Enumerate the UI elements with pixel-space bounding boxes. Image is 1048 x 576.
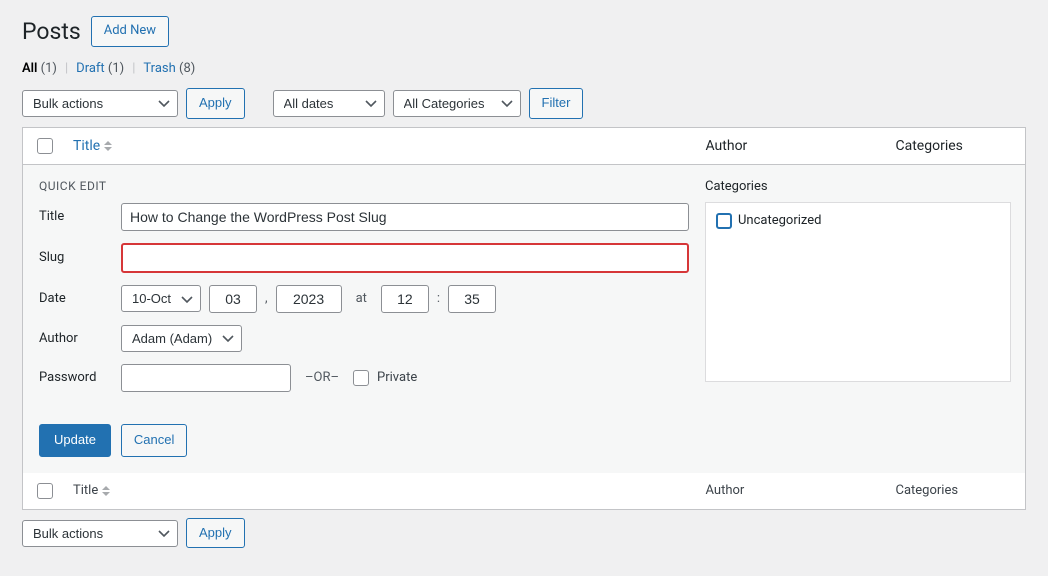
author-select[interactable]: Adam (Adam) — [121, 325, 242, 352]
select-all-top-checkbox[interactable] — [37, 138, 53, 154]
column-categories-bottom[interactable]: Categories — [886, 473, 1026, 510]
or-label: –OR– — [305, 370, 339, 385]
day-input[interactable] — [209, 285, 257, 313]
page-title: Posts — [22, 18, 81, 45]
apply-top-button[interactable]: Apply — [186, 88, 245, 119]
filter-button[interactable]: Filter — [529, 88, 584, 119]
apply-bottom-button[interactable]: Apply — [186, 518, 245, 549]
bulk-actions-select[interactable]: Bulk actions — [22, 90, 178, 117]
password-label: Password — [39, 370, 121, 385]
all-dates-select[interactable]: All dates — [273, 90, 385, 117]
title-label: Title — [39, 209, 121, 224]
category-checkbox[interactable] — [716, 213, 732, 229]
private-checkbox[interactable] — [353, 370, 369, 386]
column-author-bottom[interactable]: Author — [696, 473, 886, 510]
chevron-down-icon — [365, 97, 377, 109]
sort-icon — [104, 141, 112, 151]
author-label: Author — [39, 331, 121, 346]
select-all-bottom-checkbox[interactable] — [37, 483, 53, 499]
minute-input[interactable] — [448, 285, 496, 313]
slug-input[interactable] — [121, 243, 689, 273]
private-label: Private — [377, 370, 417, 385]
title-input[interactable] — [121, 203, 689, 231]
hour-input[interactable] — [381, 285, 429, 313]
chevron-down-icon — [158, 527, 170, 539]
month-select[interactable]: 10-Oct — [121, 285, 201, 312]
categories-box[interactable]: Uncategorized — [705, 202, 1011, 382]
sort-icon — [102, 486, 110, 496]
filter-draft[interactable]: Draft — [76, 61, 105, 76]
add-new-button[interactable]: Add New — [91, 16, 169, 47]
all-categories-select[interactable]: All Categories — [393, 90, 521, 117]
year-input[interactable] — [276, 285, 342, 313]
chevron-down-icon — [158, 97, 170, 109]
cancel-button[interactable]: Cancel — [121, 424, 187, 457]
filter-all[interactable]: All — [22, 61, 37, 76]
column-title[interactable]: Title — [63, 127, 696, 164]
column-author[interactable]: Author — [696, 127, 886, 164]
quick-edit-row: QUICK EDIT Title Slug Date 10 — [23, 164, 1026, 472]
password-input[interactable] — [121, 364, 291, 392]
date-label: Date — [39, 291, 121, 306]
quick-edit-heading: QUICK EDIT — [39, 179, 689, 193]
filter-trash[interactable]: Trash — [143, 61, 175, 76]
posts-table: Title Author Categories QUICK EDIT Title… — [22, 127, 1026, 510]
bulk-actions-bottom-select[interactable]: Bulk actions — [22, 520, 178, 547]
categories-heading: Categories — [705, 179, 1011, 194]
filter-links: All (1) | Draft (1) | Trash (8) — [22, 61, 1026, 76]
column-title-bottom[interactable]: Title — [63, 473, 696, 510]
column-categories[interactable]: Categories — [886, 127, 1026, 164]
slug-label: Slug — [39, 250, 121, 265]
category-option[interactable]: Uncategorized — [716, 213, 1000, 229]
update-button[interactable]: Update — [39, 424, 111, 457]
